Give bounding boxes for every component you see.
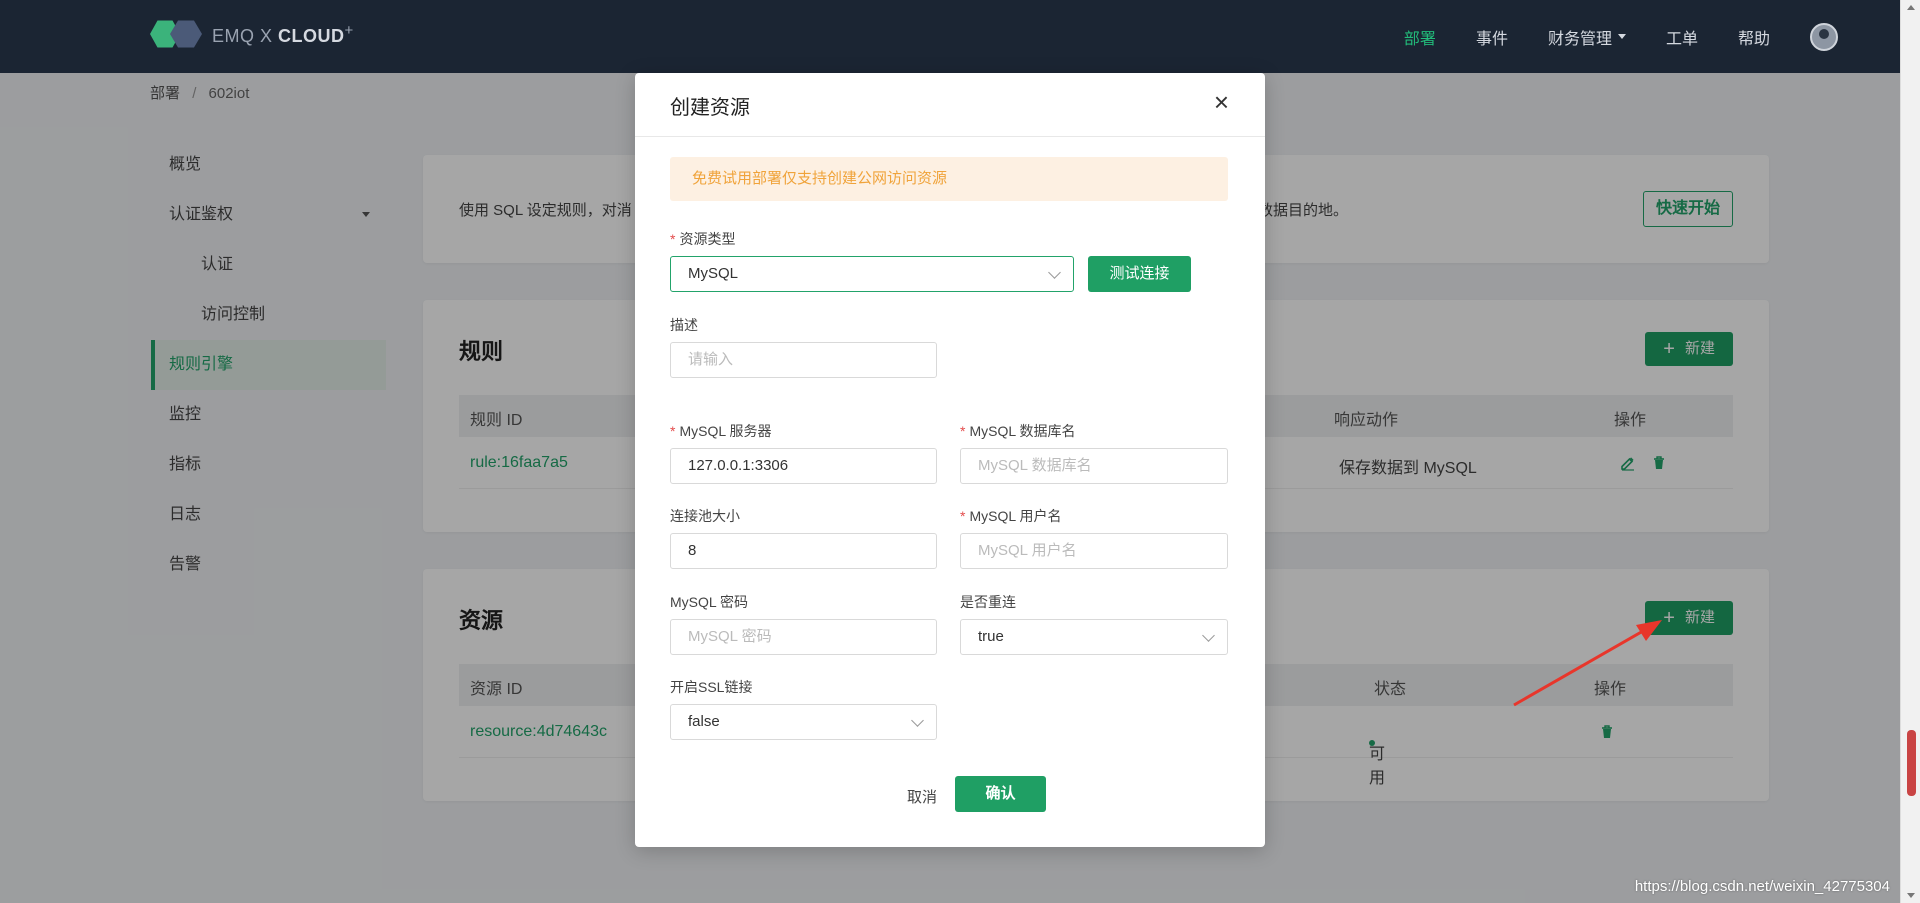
top-navbar: EMQ X CLOUD+ 部署 事件 财务管理 工单 帮助 bbox=[0, 0, 1900, 73]
user-label: * MySQL 用户名 bbox=[960, 508, 1062, 524]
nav-events[interactable]: 事件 bbox=[1476, 25, 1508, 49]
scroll-up-icon[interactable] bbox=[1907, 5, 1915, 10]
server-input[interactable]: 127.0.0.1:3306 bbox=[670, 448, 937, 484]
modal-header: 创建资源 × bbox=[635, 73, 1265, 137]
logo-text: EMQ X bbox=[212, 25, 273, 46]
desc-label: 描述 bbox=[670, 317, 698, 333]
reconnect-label: 是否重连 bbox=[960, 594, 1016, 610]
ssl-select[interactable]: false bbox=[670, 704, 937, 740]
db-input[interactable]: MySQL 数据库名 bbox=[960, 448, 1228, 484]
server-label: * MySQL 服务器 bbox=[670, 423, 772, 439]
chevron-down-icon bbox=[1202, 629, 1215, 642]
scroll-thumb[interactable] bbox=[1907, 730, 1916, 796]
page-scrollbar[interactable] bbox=[1900, 0, 1920, 903]
modal-title: 创建资源 bbox=[670, 97, 750, 119]
nav-tickets[interactable]: 工单 bbox=[1666, 25, 1698, 49]
scroll-down-icon[interactable] bbox=[1907, 893, 1915, 898]
nav-help[interactable]: 帮助 bbox=[1738, 25, 1770, 49]
nav-finance-label: 财务管理 bbox=[1547, 30, 1612, 48]
trial-alert: 免费试用部署仅支持创建公网访问资源 bbox=[670, 157, 1228, 201]
resource-type-label: * 资源类型 bbox=[670, 231, 736, 247]
test-connection-button[interactable]: 测试连接 bbox=[1088, 256, 1191, 292]
desc-input[interactable]: 请输入 bbox=[670, 342, 937, 378]
pool-size-label: 连接池大小 bbox=[670, 508, 740, 524]
ssl-value: false bbox=[688, 713, 720, 730]
password-input[interactable]: MySQL 密码 bbox=[670, 619, 937, 655]
close-icon[interactable]: × bbox=[1214, 89, 1229, 115]
logo[interactable]: EMQ X CLOUD+ bbox=[150, 17, 354, 51]
pool-size-input[interactable]: 8 bbox=[670, 533, 937, 569]
chevron-down-icon bbox=[1048, 266, 1061, 279]
nav-finance[interactable]: 财务管理 bbox=[1548, 25, 1626, 49]
password-label: MySQL 密码 bbox=[670, 594, 749, 610]
chevron-down-icon bbox=[911, 714, 924, 727]
resource-type-select[interactable]: MySQL bbox=[670, 256, 1074, 292]
confirm-button[interactable]: 确认 bbox=[955, 776, 1046, 812]
watermark: https://blog.csdn.net/weixin_42775304 bbox=[1634, 878, 1890, 895]
user-input[interactable]: MySQL 用户名 bbox=[960, 533, 1228, 569]
db-label: * MySQL 数据库名 bbox=[960, 423, 1076, 439]
logo-hex-icon bbox=[150, 17, 204, 51]
ssl-label: 开启SSL链接 bbox=[670, 679, 753, 695]
create-resource-dialog: 创建资源 × 免费试用部署仅支持创建公网访问资源 * 资源类型 MySQL 测试连… bbox=[635, 73, 1265, 847]
caret-down-icon bbox=[1617, 34, 1626, 39]
nav-deploy[interactable]: 部署 bbox=[1404, 25, 1436, 49]
cancel-button[interactable]: 取消 bbox=[882, 780, 962, 816]
main-nav: 部署 事件 财务管理 工单 帮助 bbox=[1404, 0, 1900, 73]
resource-type-value: MySQL bbox=[688, 265, 739, 282]
annotation-arrow-icon bbox=[1513, 620, 1662, 707]
reconnect-value: true bbox=[978, 628, 1004, 645]
logo-text-bold: CLOUD bbox=[278, 25, 345, 46]
reconnect-select[interactable]: true bbox=[960, 619, 1228, 655]
avatar[interactable] bbox=[1810, 22, 1838, 51]
